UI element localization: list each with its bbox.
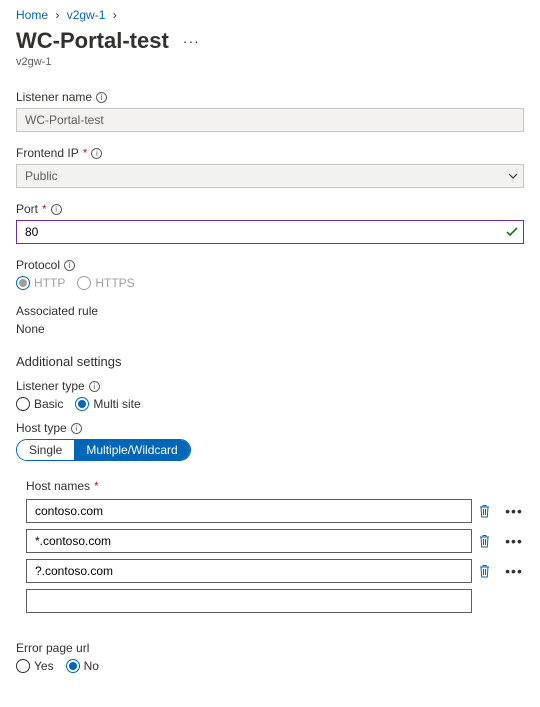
trash-icon[interactable] [478,504,498,518]
info-icon[interactable]: i [71,423,82,434]
protocol-https-label: HTTPS [95,276,134,290]
chevron-right-icon: › [109,8,121,22]
port-input[interactable] [16,220,524,244]
listener-type-basic-radio[interactable]: Basic [16,397,63,411]
info-icon[interactable]: i [89,381,100,392]
port-label: Port [16,202,38,216]
host-type-toggle[interactable]: Single Multiple/Wildcard [16,439,191,461]
listener-type-multi-label: Multi site [93,397,140,411]
more-icon[interactable]: ••• [504,563,524,579]
listener-type-basic-label: Basic [34,397,63,411]
listener-type-multi-radio[interactable]: Multi site [75,397,140,411]
more-icon[interactable]: ••• [504,503,524,519]
frontend-ip-select[interactable] [16,164,524,188]
chevron-right-icon: › [51,8,63,22]
page-subtitle: v2gw-1 [16,56,524,68]
error-page-no-label: No [84,659,99,673]
host-names-label: Host names [26,479,90,493]
host-name-row: ••• [26,499,524,523]
info-icon[interactable]: i [91,148,102,159]
error-page-yes-label: Yes [34,659,54,673]
host-name-input[interactable] [26,499,472,523]
breadcrumb: Home › v2gw-1 › [16,4,524,28]
error-page-no-radio[interactable]: No [66,659,99,673]
listener-type-label: Listener type [16,379,85,393]
associated-rule-value: None [16,322,524,336]
more-icon[interactable]: ••• [504,533,524,549]
more-actions-button[interactable]: ··· [179,33,204,49]
required-icon: * [83,146,88,160]
breadcrumb-home[interactable]: Home [16,8,48,22]
protocol-https-radio: HTTPS [77,276,134,290]
protocol-label: Protocol [16,258,60,272]
host-type-single-pill[interactable]: Single [17,440,74,460]
associated-rule-label: Associated rule [16,304,98,318]
protocol-http-label: HTTP [34,276,65,290]
error-page-label: Error page url [16,641,89,655]
additional-settings-header: Additional settings [16,354,524,369]
host-type-multi-pill[interactable]: Multiple/Wildcard [74,440,189,460]
page-title: WC-Portal-test [16,28,169,54]
info-icon[interactable]: i [64,260,75,271]
host-name-row: ••• [26,529,524,553]
trash-icon[interactable] [478,534,498,548]
required-icon: * [94,479,99,493]
protocol-http-radio: HTTP [16,276,65,290]
required-icon: * [42,202,47,216]
frontend-ip-label: Frontend IP [16,146,79,160]
host-name-new-input[interactable] [26,589,472,613]
host-name-input[interactable] [26,559,472,583]
info-icon[interactable]: i [51,204,62,215]
host-name-row: ••• [26,559,524,583]
trash-icon[interactable] [478,564,498,578]
host-name-input[interactable] [26,529,472,553]
listener-name-input [16,108,524,132]
host-type-label: Host type [16,421,67,435]
info-icon[interactable]: i [96,92,107,103]
listener-name-label: Listener name [16,90,92,104]
breadcrumb-parent[interactable]: v2gw-1 [67,8,106,22]
error-page-yes-radio[interactable]: Yes [16,659,54,673]
